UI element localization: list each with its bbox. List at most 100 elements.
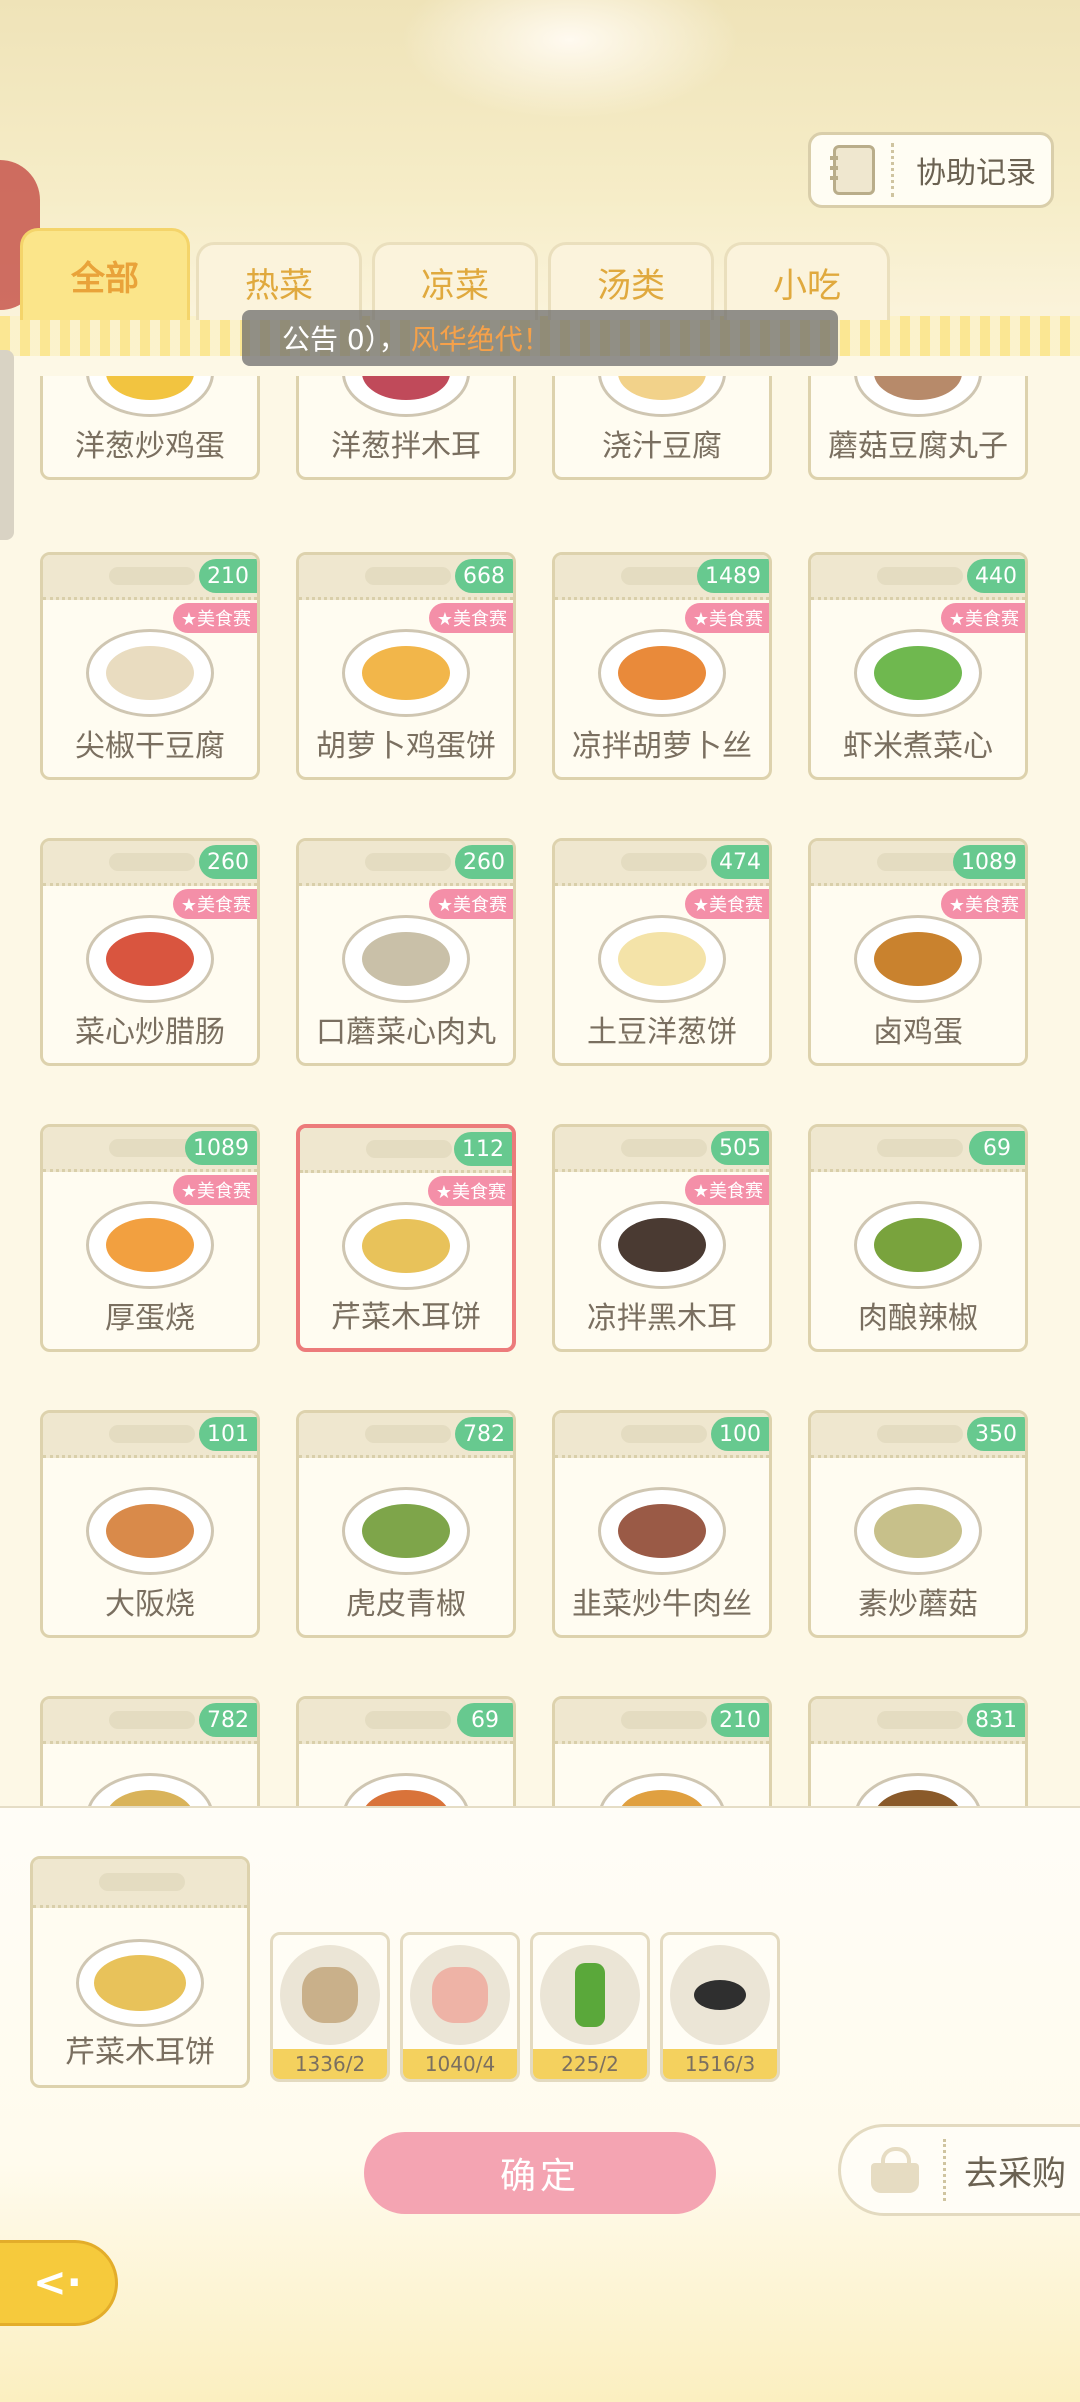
dish-plate xyxy=(342,1773,470,1806)
recipe-card[interactable]: 474 ★美食赛 土豆洋葱饼 xyxy=(552,838,772,1066)
stock-count-badge: 1089 xyxy=(185,1131,257,1165)
tab-all[interactable]: 全部 xyxy=(20,228,190,320)
recipe-card[interactable]: 101 大阪烧 xyxy=(40,1410,260,1638)
ingredient-icon-bg xyxy=(280,1945,380,2045)
basket-icon xyxy=(867,2147,923,2193)
background-glow xyxy=(400,0,740,120)
card-header-pill xyxy=(877,567,963,585)
competition-badge: ★美食赛 xyxy=(172,889,257,919)
dish-plate xyxy=(86,1487,214,1575)
stock-count-badge: 260 xyxy=(199,845,257,879)
recipe-name: 凉拌黑木耳 xyxy=(587,1301,737,1336)
recipe-grid: 洋葱炒鸡蛋 洋葱拌木耳 浇汁豆腐 蘑菇豆腐丸子 210 ★美食赛 尖椒干豆腐 668 ★… xyxy=(0,376,1080,1806)
recipe-name: 芹菜木耳饼 xyxy=(331,1300,481,1335)
card-header-pill xyxy=(365,1711,451,1729)
dish-plate xyxy=(86,1201,214,1289)
meat-slices-icon xyxy=(432,1967,488,2023)
tab-soups[interactable]: 汤类 xyxy=(548,242,714,320)
competition-badge: ★美食赛 xyxy=(684,889,769,919)
card-header-pill xyxy=(621,567,707,585)
recipe-card[interactable]: 洋葱拌木耳 xyxy=(296,376,516,480)
recipe-name: 蘑菇豆腐丸子 xyxy=(828,429,1008,464)
recipe-card[interactable]: 蘑菇豆腐丸子 xyxy=(808,376,1028,480)
stock-count-badge: 1489 xyxy=(697,559,769,593)
dish-food xyxy=(874,1218,962,1272)
recipe-card[interactable]: 100 韭菜炒牛肉丝 xyxy=(552,1410,772,1638)
recipe-card[interactable]: 440 ★美食赛 虾米煮菜心 xyxy=(808,552,1028,780)
stock-count-badge: 210 xyxy=(711,1703,769,1737)
confirm-button[interactable]: 确定 xyxy=(364,2132,716,2214)
dish-food xyxy=(618,1790,706,1806)
recipe-card[interactable]: 1089 ★美食赛 卤鸡蛋 xyxy=(808,838,1028,1066)
dish-food xyxy=(362,1790,450,1806)
recipe-card[interactable]: 260 ★美食赛 菜心炒腊肠 xyxy=(40,838,260,1066)
recipe-card[interactable]: 782 虎皮青椒 xyxy=(296,1410,516,1638)
card-header-pill xyxy=(621,1139,707,1157)
competition-badge: ★美食赛 xyxy=(427,1176,512,1206)
dish-plate xyxy=(854,1773,982,1806)
recipe-card[interactable]: 112 ★美食赛芹菜木耳饼 xyxy=(296,1124,516,1352)
dish-food xyxy=(618,376,706,400)
ingredient-item[interactable]: 1040/4 xyxy=(400,1932,520,2082)
ingredient-item[interactable]: 1336/2 xyxy=(270,1932,390,2082)
card-header-pill xyxy=(109,567,195,585)
card-header-pill xyxy=(109,1139,195,1157)
dish-plate xyxy=(76,1939,204,2027)
stock-count-badge: 210 xyxy=(199,559,257,593)
stock-count-badge: 112 xyxy=(454,1132,512,1166)
tab-cold-dishes[interactable]: 凉菜 xyxy=(372,242,538,320)
back-button[interactable]: <· xyxy=(0,2240,118,2326)
recipe-card[interactable]: 782 xyxy=(40,1696,260,1806)
card-header-pill xyxy=(621,1425,707,1443)
competition-badge: ★美食赛 xyxy=(940,603,1025,633)
recipe-card[interactable]: 洋葱炒鸡蛋 xyxy=(40,376,260,480)
card-header-pill xyxy=(877,853,963,871)
dish-plate xyxy=(854,1201,982,1289)
recipe-card[interactable]: 505 ★美食赛 凉拌黑木耳 xyxy=(552,1124,772,1352)
recipe-card[interactable]: 1089 ★美食赛 厚蛋烧 xyxy=(40,1124,260,1352)
dish-food xyxy=(618,1218,706,1272)
announcement-highlight: 风华绝代！ xyxy=(410,323,551,356)
tab-snacks[interactable]: 小吃 xyxy=(724,242,890,320)
selected-recipe-name: 芹菜木耳饼 xyxy=(65,2035,215,2070)
recipe-card[interactable]: 浇汁豆腐 xyxy=(552,376,772,480)
recipe-card[interactable]: 210 xyxy=(552,1696,772,1806)
card-header-pill xyxy=(877,1425,963,1443)
stock-count-badge: 69 xyxy=(969,1131,1025,1165)
competition-badge: ★美食赛 xyxy=(172,1175,257,1205)
competition-badge: ★美食赛 xyxy=(684,1175,769,1205)
button-divider xyxy=(891,143,894,197)
tab-label: 汤类 xyxy=(597,266,665,306)
recipe-name: 肉酿辣椒 xyxy=(858,1301,978,1336)
recipe-name: 卤鸡蛋 xyxy=(873,1015,963,1050)
recipe-card[interactable]: 350 素炒蘑菇 xyxy=(808,1410,1028,1638)
button-divider xyxy=(943,2139,946,2201)
dish-plate xyxy=(86,629,214,717)
recipe-card[interactable]: 1489 ★美食赛 凉拌胡萝卜丝 xyxy=(552,552,772,780)
recipe-card[interactable]: 69 肉酿辣椒 xyxy=(808,1124,1028,1352)
recipe-card[interactable]: 210 ★美食赛 尖椒干豆腐 xyxy=(40,552,260,780)
assist-record-button[interactable]: 协助记录 xyxy=(808,132,1054,208)
card-header-pill xyxy=(366,1140,452,1158)
stock-count-badge: 782 xyxy=(455,1417,513,1451)
recipe-card[interactable]: 260 ★美食赛 口蘑菜心肉丸 xyxy=(296,838,516,1066)
tab-hot-dishes[interactable]: 热菜 xyxy=(196,242,362,320)
ingredient-item[interactable]: 225/2 xyxy=(530,1932,650,2082)
dish-food xyxy=(362,1504,450,1558)
recipe-name: 素炒蘑菇 xyxy=(858,1587,978,1622)
recipe-card[interactable]: 668 ★美食赛 胡萝卜鸡蛋饼 xyxy=(296,552,516,780)
dish-plate xyxy=(342,1202,470,1290)
card-header xyxy=(33,1859,247,1908)
ingredient-item[interactable]: 1516/3 xyxy=(660,1932,780,2082)
competition-badge: ★美食赛 xyxy=(428,889,513,919)
recipe-name: 洋葱炒鸡蛋 xyxy=(75,429,225,464)
dish-food xyxy=(362,1219,450,1273)
recipe-name: 虾米煮菜心 xyxy=(843,729,993,764)
go-shopping-button[interactable]: 去采购 xyxy=(838,2124,1080,2216)
tab-label: 小吃 xyxy=(773,266,841,306)
dish-food xyxy=(874,376,962,400)
recipe-card[interactable]: 69 xyxy=(296,1696,516,1806)
recipe-name: 大阪烧 xyxy=(105,1587,195,1622)
recipe-card[interactable]: 831 xyxy=(808,1696,1028,1806)
dish-plate xyxy=(598,1201,726,1289)
